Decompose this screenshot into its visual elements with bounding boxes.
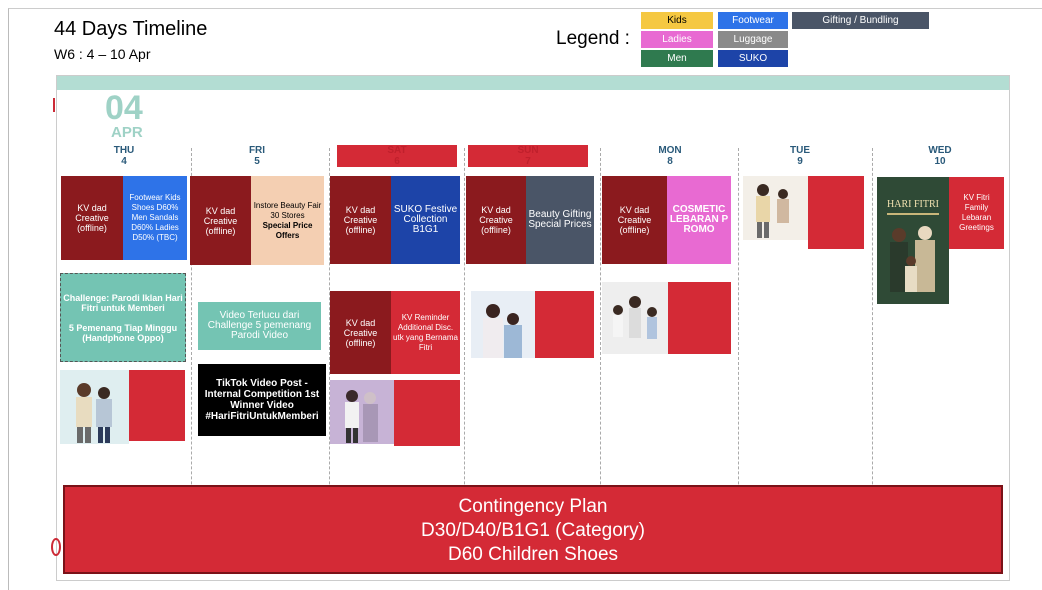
family-poster-icon: HARI FITRI bbox=[877, 177, 949, 304]
challenge-title: Challenge: Parodi Iklan Hari Fitri untuk… bbox=[63, 292, 183, 313]
edge-marker bbox=[53, 98, 55, 112]
day-num: 7 bbox=[525, 156, 531, 167]
placeholder-card[interactable] bbox=[808, 176, 864, 249]
video-challenge-card[interactable]: Video Terlucu dari Challenge 5 pemenang … bbox=[198, 302, 321, 350]
kv-fitri-greetings-card[interactable]: KV Fitri Family Lebaran Greetings bbox=[949, 177, 1004, 249]
day-header-sun: SUN 7 bbox=[468, 145, 588, 167]
day-header-tue: TUE 9 bbox=[740, 145, 860, 167]
beauty-gifting-card[interactable]: Beauty Gifting Special Prices bbox=[526, 176, 594, 264]
contingency-title: Contingency Plan bbox=[458, 496, 608, 517]
poster-title: HARI FITRI bbox=[887, 199, 939, 210]
campaign-photo[interactable] bbox=[743, 176, 808, 240]
campaign-photo[interactable] bbox=[60, 370, 129, 444]
campaign-photo[interactable] bbox=[602, 282, 668, 354]
calendar-header-bar bbox=[57, 76, 1009, 90]
kv-offline-card[interactable]: KV dad Creative (offline) bbox=[602, 176, 667, 264]
day-num: 4 bbox=[121, 156, 127, 167]
day-header-wed: WED 10 bbox=[880, 145, 1000, 167]
day-name: SAT bbox=[387, 145, 407, 156]
placeholder-card[interactable] bbox=[394, 380, 460, 446]
day-num: 5 bbox=[254, 156, 260, 167]
day-header-mon: MON 8 bbox=[610, 145, 730, 167]
day-num: 8 bbox=[667, 156, 673, 167]
legend-suko: SUKO bbox=[718, 50, 788, 67]
kv-offline-card[interactable]: KV dad Creative (offline) bbox=[330, 291, 391, 374]
mother-daughter-photo-icon bbox=[471, 291, 535, 358]
campaign-photo[interactable] bbox=[330, 380, 394, 444]
day-num: 10 bbox=[934, 156, 946, 167]
day-name: SUN bbox=[517, 145, 539, 156]
day-name: WED bbox=[928, 145, 952, 156]
suko-festive-card[interactable]: SUKO Festive Collection B1G1 bbox=[391, 176, 460, 264]
placeholder-card[interactable] bbox=[535, 291, 594, 358]
edge-circle bbox=[51, 538, 61, 556]
couple-photo-icon bbox=[60, 370, 129, 444]
cosmetic-lebaran-card[interactable]: COSMETIC LEBARAN PROMO bbox=[667, 176, 731, 264]
tiktok-post-card[interactable]: TikTok Video Post - Internal Competition… bbox=[198, 364, 326, 436]
legend-men: Men bbox=[641, 50, 713, 67]
contingency-detail: D30/D40/B1G1 (Category) bbox=[421, 520, 645, 541]
challenge-card[interactable]: Challenge: Parodi Iklan Hari Fitri untuk… bbox=[60, 273, 186, 362]
footwear-promo-card[interactable]: Footwear Kids Shoes D60% Men Sandals D60… bbox=[123, 176, 187, 260]
day-name: THU bbox=[113, 145, 135, 156]
legend-label: Legend : bbox=[556, 28, 630, 49]
placeholder-card[interactable] bbox=[129, 370, 185, 441]
hari-fitri-poster[interactable]: HARI FITRI bbox=[877, 177, 949, 304]
legend-kids: Kids bbox=[641, 12, 713, 29]
instore-bold-text: Special Price Offers bbox=[262, 220, 313, 240]
big-month: APR bbox=[111, 124, 143, 141]
challenge-prize: 5 Pemenang Tiap Minggu (Handphone Oppo) bbox=[68, 322, 178, 343]
kv-offline-card[interactable]: KV dad Creative (offline) bbox=[330, 176, 391, 264]
legend-luggage: Luggage bbox=[718, 31, 788, 48]
week-range: W6 : 4 – 10 Apr bbox=[54, 46, 151, 62]
day-header-thu: THU 4 bbox=[64, 145, 184, 167]
campaign-photo[interactable] bbox=[471, 291, 535, 358]
contingency-detail-2: D60 Children Shoes bbox=[447, 544, 619, 565]
day-name: TUE bbox=[790, 145, 810, 156]
big-date: 04 bbox=[105, 89, 143, 127]
kv-offline-card[interactable]: KV dad Creative (offline) bbox=[466, 176, 526, 264]
legend-ladies: Ladies bbox=[641, 31, 713, 48]
kv-reminder-card[interactable]: KV Reminder Additional Disc. utk yang Be… bbox=[391, 291, 460, 374]
instore-beauty-card[interactable]: Instore Beauty Fair 30 Stores Special Pr… bbox=[251, 176, 324, 265]
day-header-sat: SAT 6 bbox=[337, 145, 457, 167]
legend-footwear: Footwear bbox=[718, 12, 788, 29]
day-header-fri: FRI 5 bbox=[197, 145, 317, 167]
kv-offline-card[interactable]: KV dad Creative (offline) bbox=[61, 176, 123, 260]
day-num: 9 bbox=[797, 156, 803, 167]
day-num: 6 bbox=[394, 156, 400, 167]
page-title: 44 Days Timeline bbox=[54, 18, 208, 40]
family-photo-icon bbox=[743, 176, 808, 240]
day-name: MON bbox=[658, 145, 682, 156]
instore-text: Instore Beauty Fair 30 Stores bbox=[253, 200, 322, 220]
placeholder-card[interactable] bbox=[668, 282, 731, 354]
children-photo-icon bbox=[602, 282, 668, 354]
legend-gifting: Gifting / Bundling bbox=[792, 12, 929, 29]
day-name: FRI bbox=[248, 145, 266, 156]
kv-offline-card[interactable]: KV dad Creative (offline) bbox=[190, 176, 251, 265]
contingency-plan-banner[interactable]: Contingency Plan D30/D40/B1G1 (Category)… bbox=[63, 485, 1003, 574]
couple-photo-icon bbox=[330, 380, 394, 444]
